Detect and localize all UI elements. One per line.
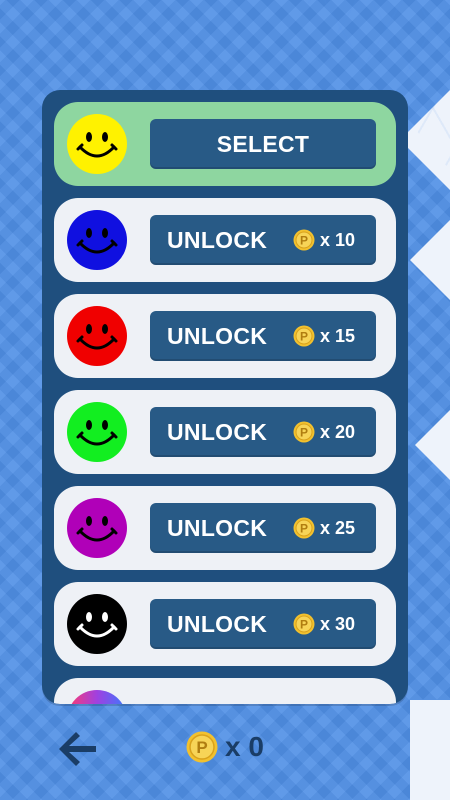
unlock-button[interactable]: UNLOCK P x 20 [150,407,376,457]
skin-row-rainbow [54,678,396,704]
skin-list-panel[interactable]: SELECT UNLOCK P x 10 UNLOCK P x 15 UNLOC… [42,90,408,704]
unlock-button[interactable]: UNLOCK P x 25 [150,503,376,553]
smiley-face-icon [67,306,127,366]
coin-icon: P [293,325,315,347]
skin-row-yellow: SELECT [54,102,396,186]
smiley-face-fill [67,114,127,174]
skin-row-purple: UNLOCK P x 25 [54,486,396,570]
skin-row-green: UNLOCK P x 20 [54,390,396,474]
smiley-face-fill [67,594,127,654]
svg-text:P: P [300,234,308,248]
back-arrow-icon[interactable] [56,729,98,769]
unlock-label: UNLOCK [167,227,268,253]
unlock-price: x 15 [320,326,356,346]
unlock-price: x 10 [320,230,356,250]
rainbow-smiley-icon [71,690,123,704]
coin-balance: x 0 [225,731,264,762]
smiley-face-icon [67,402,127,462]
smiley-face-fill [67,210,127,270]
skin-row-blue: UNLOCK P x 10 [54,198,396,282]
unlock-label: UNLOCK [167,323,268,349]
svg-text:P: P [300,618,308,632]
skin-row-red: UNLOCK P x 15 [54,294,396,378]
svg-text:P: P [196,738,207,757]
unlock-button[interactable]: UNLOCK P x 15 [150,311,376,361]
coin-icon: P [293,517,315,539]
smiley-face-fill [67,498,127,558]
smiley-face-fill [67,402,127,462]
svg-text:P: P [300,426,308,440]
svg-text:P: P [300,522,308,536]
select-button[interactable]: SELECT [150,119,376,169]
smiley-face-icon [67,210,127,270]
coin-icon: P [293,229,315,251]
unlock-button[interactable]: UNLOCK P x 30 [150,599,376,649]
unlock-price: x 30 [320,614,356,634]
svg-text:P: P [300,330,308,344]
unlock-button[interactable]: UNLOCK P x 10 [150,215,376,265]
coin-balance-icon: P [186,731,218,763]
unlock-label: UNLOCK [167,515,268,541]
unlock-price: x 20 [320,422,356,442]
smiley-face-icon [67,594,127,654]
smiley-face-icon [67,114,127,174]
skin-row-black: UNLOCK P x 30 [54,582,396,666]
smiley-face-fill [67,306,127,366]
select-label: SELECT [216,131,310,157]
unlock-label: UNLOCK [167,419,268,445]
unlock-label: UNLOCK [167,611,268,637]
unlock-price: x 25 [320,518,356,538]
coin-icon: P [293,421,315,443]
smiley-face-icon [67,498,127,558]
coin-icon: P [293,613,315,635]
